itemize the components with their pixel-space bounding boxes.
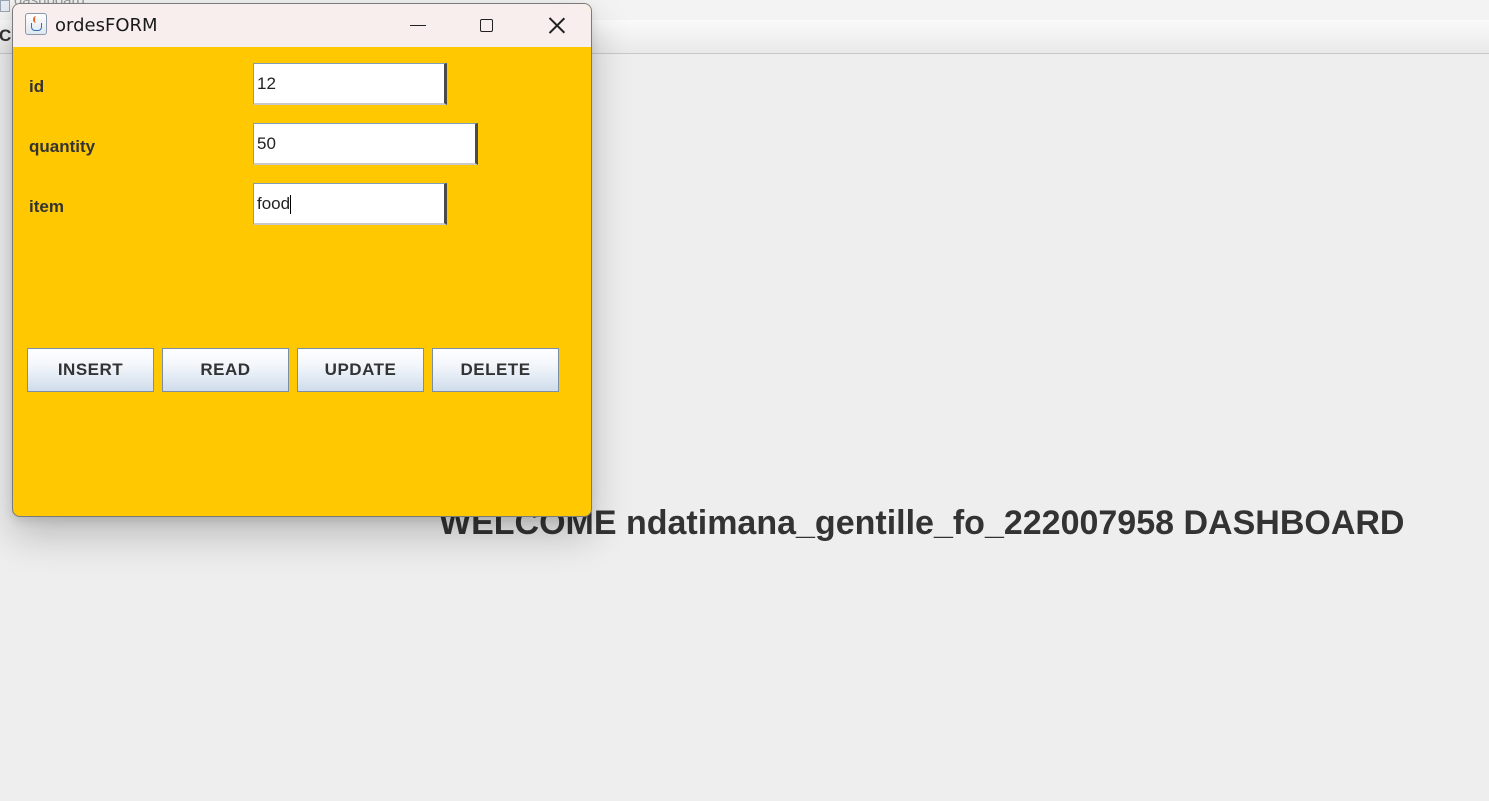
- delete-button[interactable]: DELETE: [432, 348, 559, 392]
- dashboard-app-icon: [0, 0, 10, 12]
- item-label: item: [29, 197, 64, 216]
- orders-form-dialog: ordesFORM id quantity item food INSERT R…: [12, 3, 592, 517]
- dashboard-menu-item[interactable]: C: [0, 26, 11, 46]
- java-cup-icon: [25, 13, 47, 35]
- minimize-button[interactable]: [383, 4, 453, 47]
- close-icon: [548, 17, 565, 34]
- quantity-field[interactable]: [253, 123, 478, 165]
- update-button[interactable]: UPDATE: [297, 348, 424, 392]
- close-button[interactable]: [521, 4, 591, 47]
- item-field-value: food: [257, 194, 291, 213]
- text-caret: [290, 195, 292, 215]
- maximize-button[interactable]: [451, 4, 521, 47]
- quantity-label: quantity: [29, 137, 96, 156]
- insert-button[interactable]: INSERT: [27, 348, 154, 392]
- dialog-titlebar[interactable]: ordesFORM: [13, 4, 591, 47]
- minimize-icon: [410, 25, 426, 26]
- id-field[interactable]: [253, 63, 447, 105]
- item-field[interactable]: food: [253, 183, 447, 225]
- dialog-title: ordesFORM: [55, 15, 158, 36]
- id-label: id: [29, 77, 45, 96]
- maximize-icon: [479, 19, 493, 32]
- read-button[interactable]: READ: [162, 348, 289, 392]
